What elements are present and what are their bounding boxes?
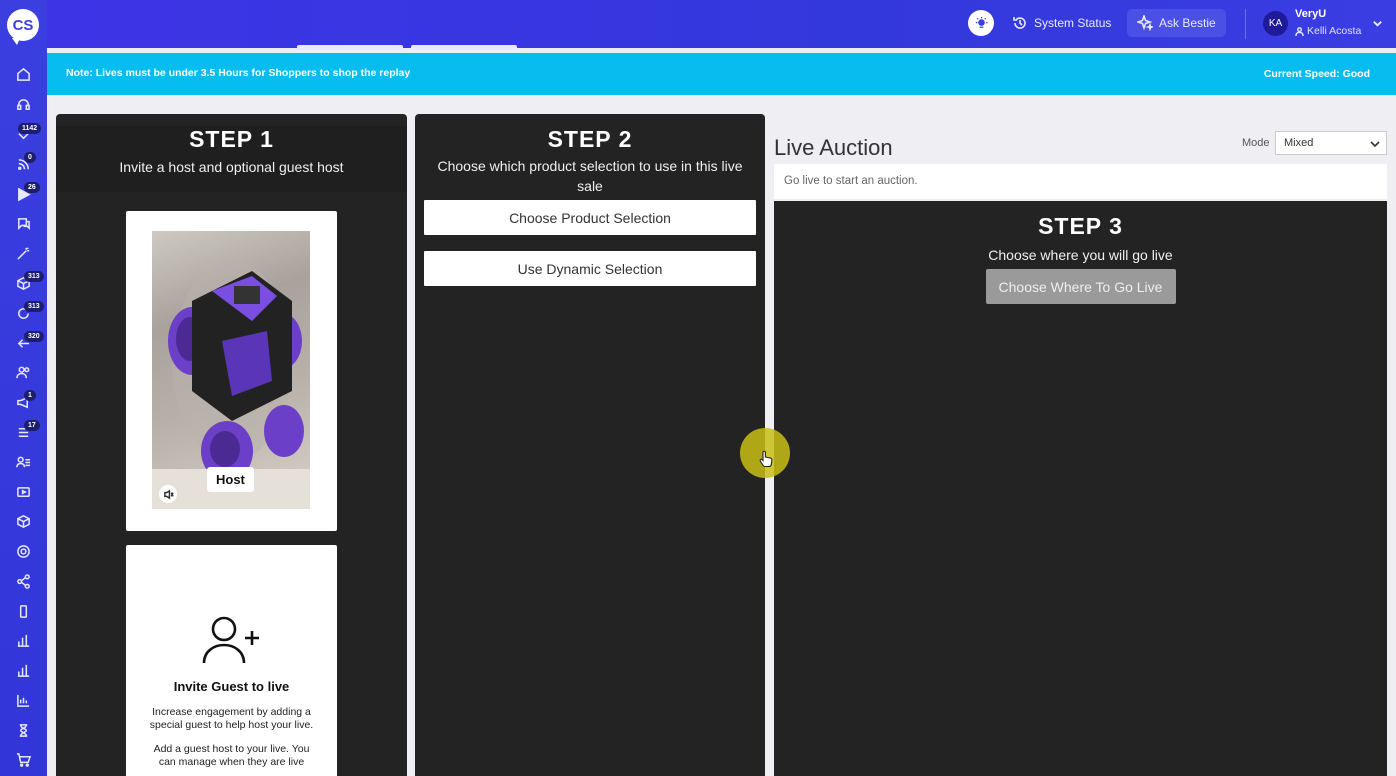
invite-guest-description: Increase engagement by adding a special … <box>149 706 314 731</box>
step1-subtitle: Invite a host and optional guest host <box>119 159 344 175</box>
live-auction-title: Live Auction <box>774 135 893 160</box>
hand-cursor-icon <box>758 450 774 468</box>
cart-icon[interactable] <box>14 750 32 768</box>
nav-badge: 0 <box>24 152 36 163</box>
add-user-icon <box>200 615 264 665</box>
mute-icon[interactable] <box>159 485 177 503</box>
users-icon[interactable] <box>14 363 32 381</box>
host-label: Host <box>207 467 254 492</box>
box-icon[interactable] <box>14 512 32 530</box>
video-icon[interactable] <box>14 483 32 501</box>
choose-where-to-go-live-button[interactable]: Choose Where To Go Live <box>985 269 1176 304</box>
ask-bestie-button[interactable]: Ask Bestie <box>1127 9 1226 37</box>
mode-select[interactable]: Mixed <box>1275 131 1387 155</box>
topbar-divider <box>1245 9 1246 39</box>
app-logo[interactable]: CS <box>7 9 39 45</box>
user-list-icon[interactable] <box>14 453 32 471</box>
share-icon[interactable] <box>14 572 32 590</box>
hourglass-icon[interactable] <box>14 721 32 739</box>
invite-guest-title: Invite Guest to live <box>173 679 290 694</box>
step3-title: STEP 3 <box>1038 213 1123 239</box>
avatar[interactable]: KA <box>1263 11 1288 36</box>
settings-icon[interactable] <box>14 542 32 560</box>
step2-title: STEP 2 <box>547 126 633 152</box>
user-name-label: Kelli Acosta <box>1307 25 1362 37</box>
tab-stub[interactable] <box>297 45 403 49</box>
auction-message: Go live to start an auction. <box>774 164 1387 199</box>
step1-header: STEP 1 Invite a host and optional guest … <box>56 126 407 192</box>
step2-subtitle: Choose which product selection to use in… <box>437 158 743 194</box>
system-status-label: System Status <box>1034 16 1112 30</box>
clock-history-icon <box>1013 17 1026 29</box>
nav-badge: 1142 <box>18 123 42 134</box>
nav-badge: 320 <box>24 331 44 342</box>
connection-speed: Current Speed: Good <box>1263 68 1370 80</box>
nav-badge: 17 <box>24 420 40 431</box>
nav-badge: 1 <box>24 390 36 401</box>
notice-text: Note: Lives must be under 3.5 Hours for … <box>66 67 411 79</box>
sidebar: CS 1142 0 26 313 313 320 1 17 <box>0 0 47 776</box>
mobile-icon[interactable] <box>14 602 32 620</box>
mode-select-value: Mixed <box>1284 137 1314 149</box>
system-status-button[interactable]: System Status <box>1002 9 1121 37</box>
host-video-preview[interactable]: Host <box>152 231 310 509</box>
choose-product-selection-button[interactable]: Choose Product Selection <box>424 200 756 235</box>
bar-chart-icon[interactable] <box>14 631 32 649</box>
invite-guest-description-2: Add a guest host to your live. You can m… <box>153 743 310 768</box>
user-name[interactable]: Kelli Acosta <box>1295 25 1361 37</box>
topbar: System Status Ask Bestie KA VeryU Kelli … <box>47 0 1396 49</box>
lightbulb-icon[interactable] <box>968 10 994 36</box>
nav-badge: 26 <box>24 182 40 193</box>
step3-subtitle: Choose where you will go live <box>988 247 1173 263</box>
step1-title: STEP 1 <box>189 126 274 152</box>
use-dynamic-selection-button[interactable]: Use Dynamic Selection <box>424 251 756 286</box>
host-card[interactable]: Host <box>126 211 337 531</box>
headset-icon[interactable] <box>14 95 32 113</box>
ask-bestie-label: Ask Bestie <box>1159 16 1216 30</box>
step3-panel: STEP 3 Choose where you will go live Cho… <box>774 201 1387 776</box>
user-org-name[interactable]: VeryU <box>1295 8 1326 20</box>
chevron-down-icon[interactable] <box>1372 16 1383 34</box>
invite-guest-card[interactable]: Invite Guest to live Increase engagement… <box>126 545 337 776</box>
notice-bar: Note: Lives must be under 3.5 Hours for … <box>47 53 1396 95</box>
home-icon[interactable] <box>14 65 32 83</box>
magic-wand-icon[interactable] <box>14 244 32 262</box>
nav-badge: 313 <box>24 301 44 312</box>
step2-panel: STEP 2 Choose which product selection to… <box>415 114 765 776</box>
bar-chart-alt-icon[interactable] <box>14 661 32 679</box>
step1-panel: STEP 1 Invite a host and optional guest … <box>56 114 407 776</box>
sparkle-icon <box>1137 15 1153 31</box>
chat-icon[interactable] <box>14 214 32 232</box>
analytics-icon[interactable] <box>14 691 32 709</box>
tab-stub[interactable] <box>411 45 517 49</box>
mode-label: Mode <box>1242 137 1270 149</box>
nav-badge: 313 <box>24 271 44 282</box>
chevron-down-icon <box>1370 141 1380 148</box>
user-icon <box>1295 26 1304 36</box>
